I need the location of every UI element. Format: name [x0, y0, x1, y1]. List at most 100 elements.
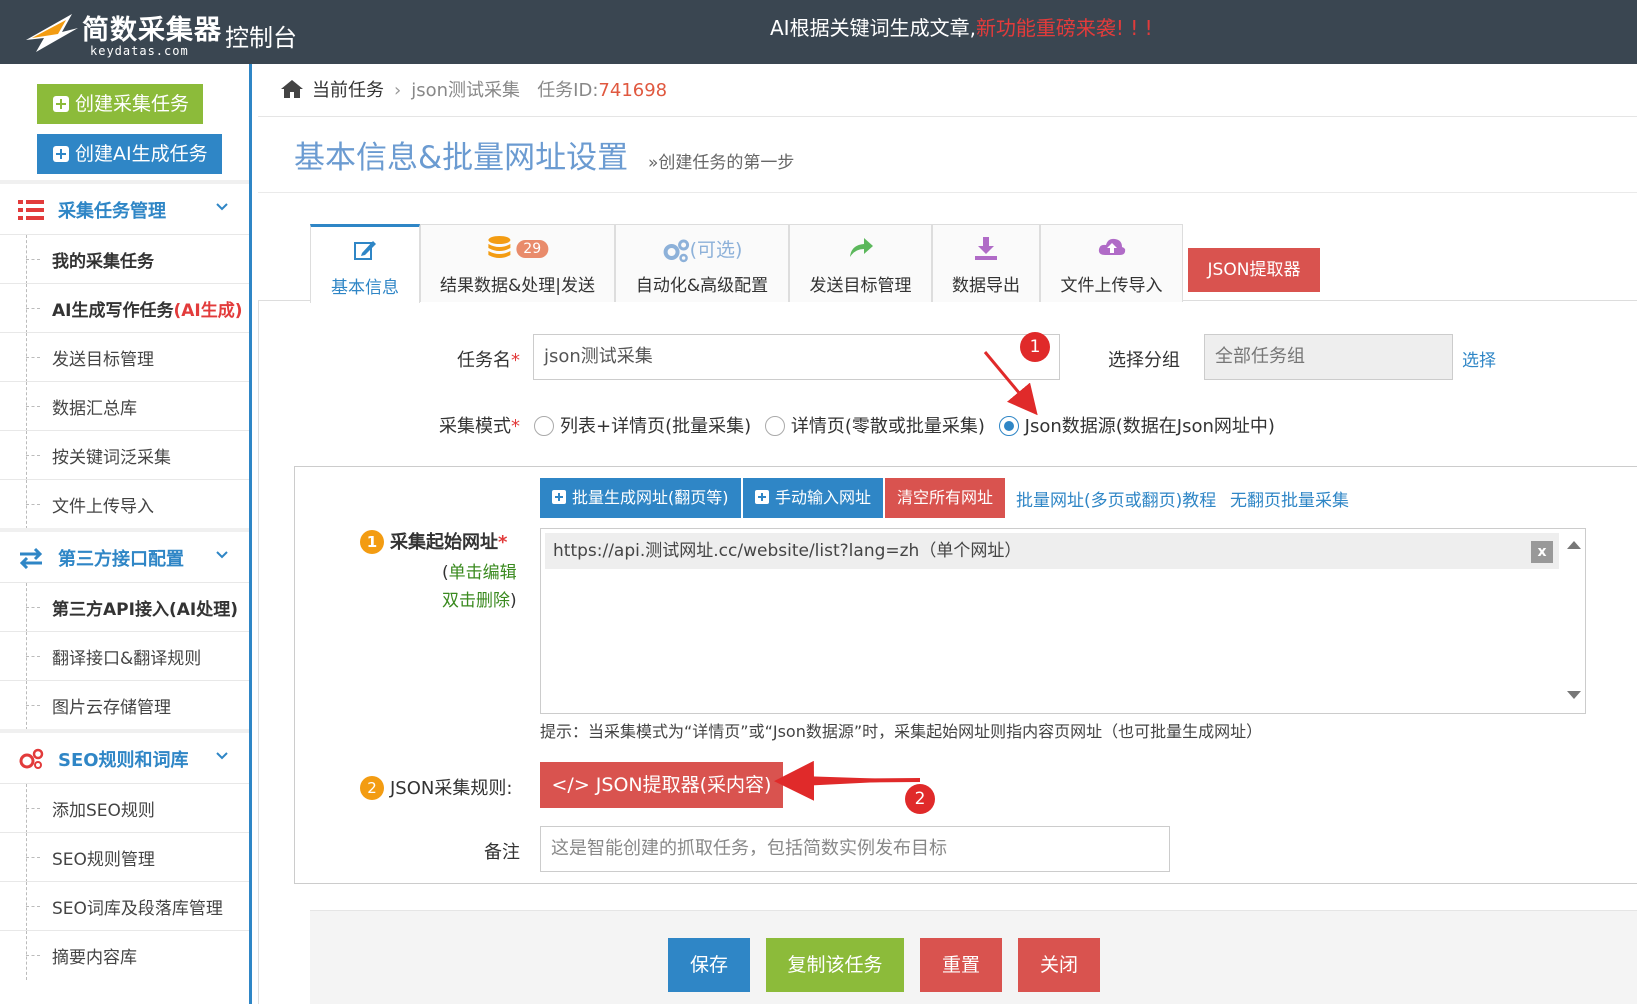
required-mark: * [511, 416, 520, 437]
hint-edit: (单击编辑 [442, 558, 517, 583]
page-title: 基本信息&批量网址设置 [294, 140, 629, 176]
ai-writing-label: AI生成写作任务 [52, 301, 174, 321]
edit-icon [354, 241, 376, 260]
close-button[interactable]: 关闭 [1018, 938, 1100, 992]
sidebar-item-keyword-collect[interactable]: 按关键词泛采集 [0, 430, 249, 480]
remark-input[interactable]: 这是智能创建的抓取任务，包括简数实例发布目标 [540, 826, 1170, 872]
sidebar-item-label: 发送目标管理 [52, 350, 154, 370]
copy-task-button[interactable]: 复制该任务 [766, 938, 904, 992]
save-button[interactable]: 保存 [668, 938, 750, 992]
sidebar-item-label: 摘要内容库 [52, 948, 137, 968]
sidebar-item-targets[interactable]: 发送目标管理 [0, 332, 249, 382]
sidebar-item-add-seo[interactable]: 添加SEO规则 [0, 783, 249, 833]
tab-label: 发送目标管理 [809, 276, 912, 296]
sidebar-item-file-upload[interactable]: 文件上传导入 [0, 479, 249, 529]
mode-radio-detail[interactable] [764, 416, 785, 436]
panel-border [258, 300, 259, 1004]
tree-branch [26, 857, 40, 858]
json-extractor-tab-button[interactable]: JSON提取器 [1188, 248, 1320, 292]
batch-url-tutorial-link[interactable]: 批量网址(多页或翻页)教程 [1016, 486, 1216, 511]
remove-url-button[interactable]: x [1531, 541, 1553, 563]
tab-basic-info[interactable]: 基本信息 [310, 224, 420, 303]
scroll-down-arrow-icon[interactable] [1567, 691, 1581, 699]
mode-radio-list-detail[interactable] [534, 416, 554, 436]
announcement[interactable]: AI根据关键词生成文章,新功能重磅来袭! ! ! [770, 12, 1153, 41]
tab-label: 数据导出 [952, 276, 1020, 296]
sidebar-group-collect[interactable]: 采集任务管理 [0, 184, 249, 234]
json-extractor-button[interactable]: </> JSON提取器(采内容) [540, 762, 783, 808]
step-badge: 1 [360, 530, 384, 554]
chevron-down-icon [216, 752, 228, 760]
page-subtitle: »创建任务的第一步 [648, 153, 795, 173]
breadcrumb: 当前任务 › json测试采集 任务ID:741698 [280, 76, 667, 102]
required-mark: * [511, 350, 520, 371]
task-name-label-text: 任务名 [457, 350, 511, 371]
chevron-down-icon [216, 203, 228, 211]
breadcrumb-task-name: json测试采集 [411, 80, 521, 101]
url-list-item[interactable]: https://api.测试网址.cc/website/list?lang=zh… [545, 533, 1559, 569]
exchange-icon [19, 547, 43, 569]
manual-input-label: 手动输入网址 [775, 488, 872, 507]
scroll-up-arrow-icon[interactable] [1567, 541, 1581, 549]
sidebar-item-label: 数据汇总库 [52, 399, 137, 419]
start-url-list[interactable]: https://api.测试网址.cc/website/list?lang=zh… [540, 528, 1586, 714]
sidebar: 创建采集任务 创建AI生成任务 采集任务管理 我的采集任务 AI生成写作任务(A… [0, 64, 252, 1004]
start-url-label-text: 采集起始网址 [390, 532, 498, 553]
reset-button[interactable]: 重置 [920, 938, 1002, 992]
clear-urls-button[interactable]: 清空所有网址 [885, 478, 1006, 518]
sidebar-item-translate[interactable]: 翻译接口&翻译规则 [0, 631, 249, 681]
tree-branch [26, 504, 40, 505]
plus-icon [53, 96, 69, 112]
task-name-input[interactable]: json测试采集 [533, 334, 1060, 380]
logo[interactable]: 简数采集器 keydatas.com [22, 6, 221, 58]
announcement-main: AI根据关键词生成文章, [770, 16, 976, 40]
sidebar-item-summary-lib[interactable]: 摘要内容库 [0, 930, 249, 980]
sidebar-item-my-tasks[interactable]: 我的采集任务 [0, 234, 249, 284]
tab-result-data[interactable]: 29 结果数据&处理|发送 [420, 224, 615, 302]
sidebar-item-third-party-api[interactable]: 第三方API接入(AI处理) [0, 582, 249, 632]
sidebar-item-seo-dict[interactable]: SEO词库及段落库管理 [0, 881, 249, 931]
sidebar-group-seo[interactable]: SEO规则和词库 [0, 733, 249, 783]
logo-subtext: keydatas.com [90, 44, 189, 58]
tab-export[interactable]: 数据导出 [932, 224, 1040, 302]
batch-generate-label: 批量生成网址(翻页等) [572, 488, 729, 507]
database-icon [487, 236, 510, 258]
divider [258, 116, 1637, 117]
divider [258, 192, 1637, 193]
sidebar-group-third-party[interactable]: 第三方接口配置 [0, 532, 249, 582]
json-rule-label-text: JSON采集规则: [390, 778, 513, 799]
tree-branch [26, 906, 40, 907]
batch-generate-url-button[interactable]: 批量生成网址(翻页等) [540, 478, 741, 518]
sidebar-item-label: 第三方API接入(AI处理) [52, 600, 238, 620]
group-select[interactable]: 全部任务组 [1204, 334, 1453, 380]
mode-option-label: 列表+详情页(批量采集) [560, 416, 752, 437]
tab-send-targets[interactable]: 发送目标管理 [789, 224, 932, 302]
tree-branch [26, 259, 40, 260]
tree-branch [26, 808, 40, 809]
sidebar-item-image-storage[interactable]: 图片云存储管理 [0, 680, 249, 730]
group-select-link[interactable]: 选择 [1462, 346, 1496, 371]
breadcrumb-task-id: 741698 [598, 80, 668, 101]
mode-label: 采集模式* [420, 412, 520, 438]
tab-file-upload[interactable]: 文件上传导入 [1040, 224, 1183, 302]
home-icon[interactable] [280, 79, 304, 99]
sidebar-item-data-summary[interactable]: 数据汇总库 [0, 381, 249, 431]
tab-label: 结果数据&处理|发送 [440, 276, 595, 296]
mode-radio-json[interactable] [998, 416, 1019, 436]
cloud-upload-icon [1098, 238, 1125, 255]
create-collect-task-button[interactable]: 创建采集任务 [37, 84, 204, 124]
sidebar-item-ai-writing[interactable]: AI生成写作任务(AI生成) [0, 283, 249, 333]
hint-delete-text: 双击删除 [442, 591, 510, 611]
top-bar: 简数采集器 keydatas.com 控制台 AI根据关键词生成文章,新功能重磅… [0, 0, 1637, 64]
share-icon [849, 238, 873, 257]
task-name-label: 任务名* [440, 346, 520, 372]
no-page-batch-link[interactable]: 无翻页批量采集 [1230, 486, 1349, 511]
manual-input-url-button[interactable]: 手动输入网址 [743, 478, 884, 518]
breadcrumb-task-id-label: 任务ID: [537, 80, 599, 101]
create-ai-task-button[interactable]: 创建AI生成任务 [37, 134, 222, 174]
tab-automation[interactable]: (可选) 自动化&高级配置 [615, 224, 789, 302]
create-ai-task-label: 创建AI生成任务 [75, 143, 208, 165]
database-icon-group: 29 [487, 235, 549, 261]
sidebar-item-seo-manage[interactable]: SEO规则管理 [0, 832, 249, 882]
sidebar-group-label: SEO规则和词库 [58, 750, 189, 771]
